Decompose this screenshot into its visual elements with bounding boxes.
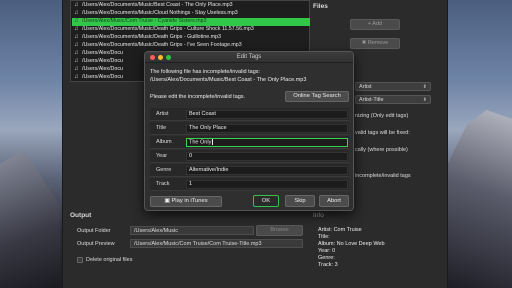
browse-button[interactable]: Browse xyxy=(256,225,303,236)
music-note-icon: ♫ xyxy=(74,2,79,8)
tag-row-title: Title The Only Place xyxy=(150,122,349,135)
album-field[interactable]: The Only xyxy=(186,138,348,147)
file-path: /Users/Alex/Docu xyxy=(82,50,123,56)
tag-label: Track xyxy=(156,181,170,187)
tag-row-artist: Artist Best Coast xyxy=(150,108,349,121)
file-path: /Users/Alex/Docu xyxy=(82,74,123,80)
file-path: /Users/Alex/Documents/Music/Death Grips … xyxy=(82,42,242,48)
output-section-title: Output xyxy=(70,212,92,219)
file-list-row[interactable]: ♫/Users/Alex/Documents/Music/Death Grips… xyxy=(72,34,310,42)
tag-format-select-1[interactable]: Artist ⬍ xyxy=(355,82,431,91)
text-cursor xyxy=(212,139,213,145)
info-genre: Genre: xyxy=(318,255,335,261)
tag-row-track: Track 1 xyxy=(150,178,349,191)
abort-button[interactable]: Abort xyxy=(319,195,349,207)
file-path: /Users/Alex/Music/Com Truise - Cyanide S… xyxy=(82,18,207,24)
year-field[interactable]: 0 xyxy=(186,152,348,161)
desktop-wallpaper-mountain-left xyxy=(0,150,60,288)
add-button[interactable]: + Add xyxy=(350,19,400,30)
delete-original-checkbox[interactable] xyxy=(77,257,83,263)
tag-label: Genre xyxy=(156,167,172,173)
edit-tags-dialog: Edit Tags The following file has incompl… xyxy=(144,51,354,211)
minimize-window-icon[interactable] xyxy=(158,55,163,60)
dialog-titlebar: Edit Tags xyxy=(145,52,353,63)
play-label: Play in iTunes xyxy=(171,198,208,204)
ok-button[interactable]: OK xyxy=(253,195,279,207)
online-tag-search-button[interactable]: Online Tag Search xyxy=(285,91,349,102)
music-note-icon: ♫ xyxy=(74,10,79,16)
remove-button[interactable]: ✖ Remove xyxy=(350,38,400,49)
tag-row-year: Year 0 xyxy=(150,150,349,163)
zoom-window-icon[interactable] xyxy=(166,55,171,60)
info-album: Album: No Love Deep Web xyxy=(318,241,385,247)
output-folder-field[interactable]: /Users/Alex/Music xyxy=(130,226,254,235)
info-track: Track: 3 xyxy=(318,262,338,268)
file-path: /Users/Alex/Documents/Music/Death Grips … xyxy=(82,34,221,40)
file-path: /Users/Alex/Documents/Music/Death Grips … xyxy=(82,26,254,32)
option-incomplete-tags[interactable]: incomplete/invalid tags xyxy=(355,173,411,179)
genre-field[interactable]: Alternative/Indie xyxy=(186,166,348,175)
file-list-row[interactable]: ♫/Users/Alex/Documents/Music/Death Grips… xyxy=(72,42,310,50)
file-path: /Users/Alex/Documents/Music/Best Coast -… xyxy=(82,2,233,8)
play-in-itunes-button[interactable]: ▣ Play in iTunes xyxy=(150,196,222,207)
info-title: Title: xyxy=(318,234,330,240)
dialog-file-path: /Users/Alex/Documents/Music/Best Coast -… xyxy=(150,77,307,83)
desktop-wallpaper-mountain-right xyxy=(448,110,512,288)
option-auto-fix[interactable]: cally (where possible) xyxy=(355,147,408,153)
music-note-icon: ♫ xyxy=(74,26,79,32)
music-note-icon: ♫ xyxy=(74,42,79,48)
files-section-title: Files xyxy=(313,3,328,10)
track-field[interactable]: 1 xyxy=(186,180,348,189)
file-list-row[interactable]: ♫/Users/Alex/Documents/Music/Death Grips… xyxy=(72,26,310,34)
close-window-icon[interactable] xyxy=(150,55,155,60)
music-note-icon: ♫ xyxy=(74,34,79,40)
file-path: /Users/Alex/Documents/Music/Cloud Nothin… xyxy=(82,10,238,16)
output-preview-field: /Users/Alex/Music/Com Truise/Com Truise-… xyxy=(130,239,303,248)
info-year: Year: 0 xyxy=(318,248,336,254)
music-note-icon: ♫ xyxy=(74,50,79,56)
option-tags-fixed: valid tags will be fixed: xyxy=(355,130,410,136)
music-note-icon: ♫ xyxy=(74,18,79,24)
skip-button[interactable]: Skip xyxy=(285,195,315,207)
option-organizing[interactable]: nizing (Only edit tags) xyxy=(355,113,408,119)
music-note-icon: ♫ xyxy=(74,58,79,64)
chevron-updown-icon: ⬍ xyxy=(422,84,427,90)
info-section-title: Info xyxy=(313,212,324,219)
select-value: Artist-Title xyxy=(359,97,384,103)
tag-row-genre: Genre Alternative/Indie xyxy=(150,164,349,177)
tag-label: Album xyxy=(156,139,172,145)
file-list-row[interactable]: ♫/Users/Alex/Documents/Music/Cloud Nothi… xyxy=(72,10,310,18)
output-folder-label: Output Folder xyxy=(77,228,111,234)
tag-label: Title xyxy=(156,125,167,131)
dialog-message: The following file has incomplete/invali… xyxy=(150,69,261,75)
file-path: /Users/Alex/Docu xyxy=(82,58,123,64)
delete-original-label: Delete original files xyxy=(86,257,133,263)
artist-field[interactable]: Best Coast xyxy=(186,110,348,119)
dialog-instruction: Please edit the incomplete/invalid tags. xyxy=(150,94,246,100)
title-field[interactable]: The Only Place xyxy=(186,124,348,133)
dialog-title: Edit Tags xyxy=(236,54,262,60)
info-artist: Artist: Com Truise xyxy=(318,227,362,233)
file-list-row-selected[interactable]: ♫/Users/Alex/Music/Com Truise - Cyanide … xyxy=(72,18,310,26)
file-list-row[interactable]: ♫/Users/Alex/Documents/Music/Best Coast … xyxy=(72,2,310,10)
tag-format-select-2[interactable]: Artist-Title ⬍ xyxy=(355,95,431,104)
tag-label: Artist xyxy=(156,111,169,117)
chevron-updown-icon: ⬍ xyxy=(422,97,427,103)
tag-row-album: Album The Only xyxy=(150,136,349,149)
album-field-value: The Only xyxy=(189,139,212,146)
music-note-icon: ♫ xyxy=(74,74,79,80)
select-value: Artist xyxy=(359,84,372,90)
output-preview-label: Output Preview xyxy=(77,241,115,247)
file-path: /Users/Alex/Docu xyxy=(82,66,123,72)
tag-label: Year xyxy=(156,153,168,159)
music-note-icon: ♫ xyxy=(74,66,79,72)
